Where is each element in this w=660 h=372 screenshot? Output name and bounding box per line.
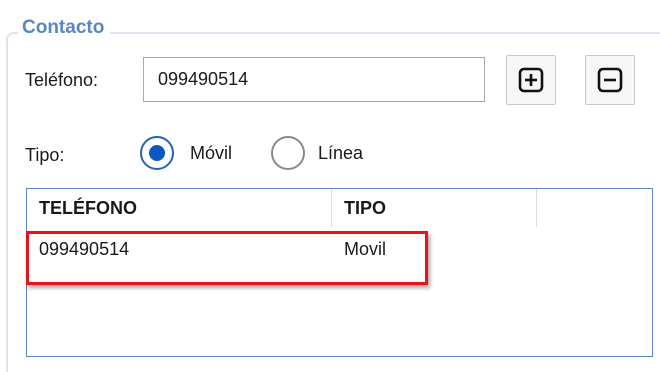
- cell-telefono: 099490514: [39, 239, 130, 259]
- add-phone-button[interactable]: [506, 55, 556, 105]
- column-header-empty[interactable]: [537, 189, 653, 227]
- remove-phone-button[interactable]: [585, 55, 635, 105]
- cell-tipo: Movil: [344, 239, 387, 259]
- phone-input[interactable]: [143, 57, 485, 102]
- list-header: TELÉFONO TIPO: [27, 189, 652, 227]
- radio-linea[interactable]: [271, 136, 305, 170]
- type-label: Tipo:: [25, 145, 65, 165]
- phone-list[interactable]: TELÉFONO TIPO 099490514 Movil: [26, 188, 653, 357]
- radio-movil[interactable]: [140, 136, 174, 170]
- radio-linea-label[interactable]: Línea: [318, 142, 363, 164]
- column-header-telefono[interactable]: TELÉFONO: [27, 189, 332, 227]
- plus-square-icon: [518, 67, 544, 93]
- table-row[interactable]: 099490514 Movil: [27, 231, 652, 267]
- minus-square-icon: [597, 67, 623, 93]
- phone-label: Teléfono:: [25, 70, 99, 90]
- column-header-tipo[interactable]: TIPO: [332, 189, 537, 227]
- radio-movil-label[interactable]: Móvil: [190, 142, 232, 164]
- group-title: Contacto: [18, 16, 111, 40]
